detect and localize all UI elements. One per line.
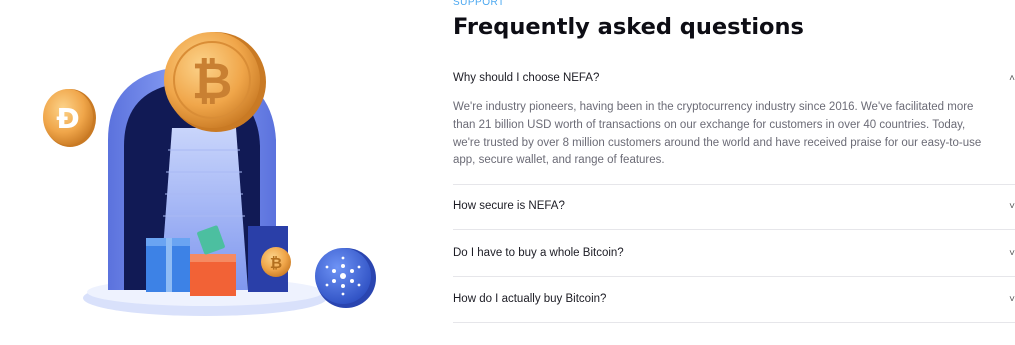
chevron-up-icon[interactable]: ˄ (1009, 73, 1015, 84)
svg-text:₿: ₿ (192, 52, 233, 110)
faq-question: How do I actually buy Bitcoin? (453, 293, 607, 305)
chevron-down-icon[interactable]: ˅ (1009, 201, 1015, 212)
faq-question-toggle[interactable]: How do I actually buy Bitcoin? ˅ (453, 276, 1015, 322)
chevron-down-icon[interactable]: ˅ (1009, 294, 1015, 305)
section-eyebrow: SUPPORT (453, 0, 505, 8)
crypto-illustration: ₿ ₿ Đ (0, 0, 440, 340)
faq-item: Why should I choose NEFA? ˄ We're indust… (453, 55, 1015, 186)
faq-question: Why should I choose NEFA? (453, 72, 600, 84)
svg-text:₿: ₿ (270, 254, 282, 272)
faq-question-toggle[interactable]: Why should I choose NEFA? ˄ (453, 55, 1015, 101)
faq-section: SUPPORT Frequently asked questions Why s… (453, 0, 1015, 340)
faq-question: Do I have to buy a whole Bitcoin? (453, 247, 624, 259)
page-title: Frequently asked questions (453, 14, 804, 40)
faq-question-toggle[interactable]: Do I have to buy a whole Bitcoin? ˅ (453, 230, 1015, 276)
faq-item: How do I actually buy Bitcoin? ˅ (453, 276, 1015, 323)
illustration-svg: ₿ ₿ Đ (43, 32, 376, 316)
chevron-down-icon[interactable]: ˅ (1009, 248, 1015, 259)
faq-question: How secure is NEFA? (453, 200, 565, 212)
faq-item: How secure is NEFA? ˅ (453, 183, 1015, 230)
faq-answer: We're industry pioneers, having been in … (453, 101, 982, 167)
svg-text:Đ: Đ (56, 102, 79, 135)
faq-item: Do I have to buy a whole Bitcoin? ˅ (453, 230, 1015, 277)
faq-question-toggle[interactable]: How secure is NEFA? ˅ (453, 183, 1015, 229)
